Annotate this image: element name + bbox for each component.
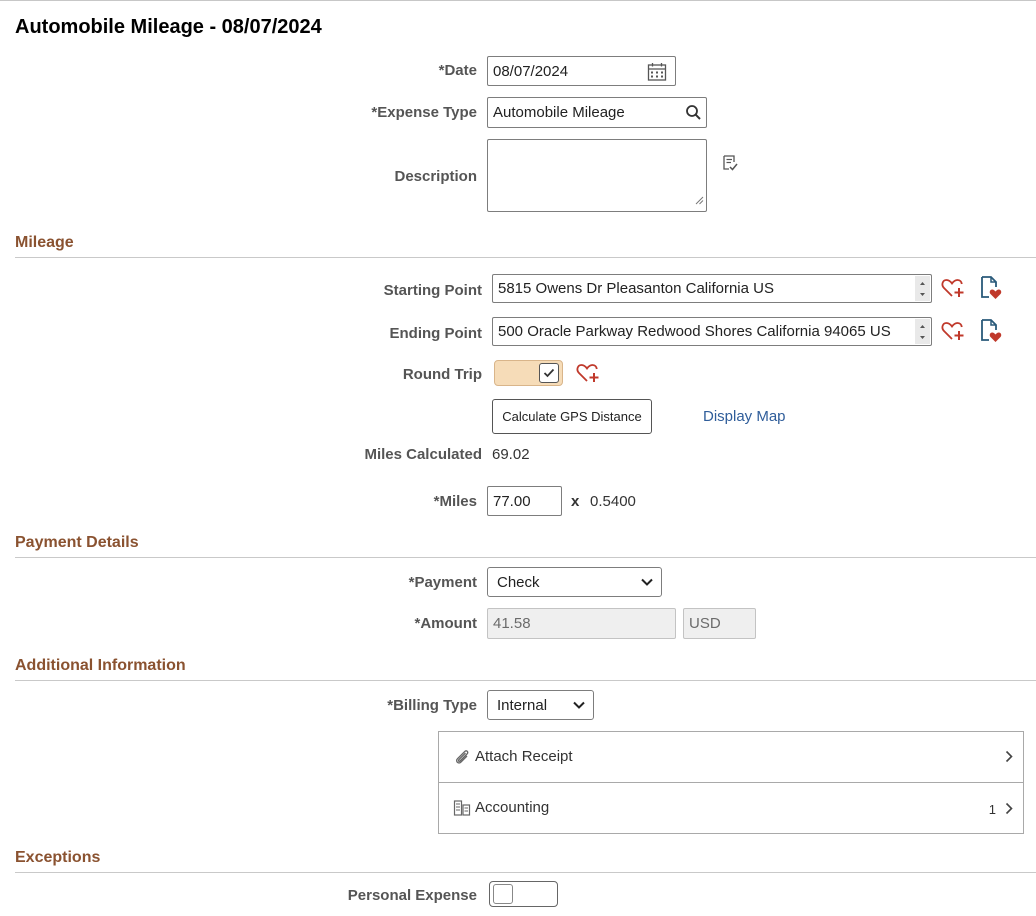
accounting-label: Accounting [475,799,549,816]
favorite-add-icon[interactable] [576,362,600,384]
attach-receipt-row[interactable]: Attach Receipt [439,732,1023,783]
favorite-document-icon[interactable] [979,275,1003,301]
description-textarea[interactable] [487,139,707,212]
date-label: *Date [300,62,477,79]
section-exceptions: Exceptions [15,849,1036,873]
favorite-document-icon[interactable] [979,318,1003,344]
attach-receipt-label: Attach Receipt [475,748,573,765]
payment-selected: Check [497,574,540,591]
billing-type-selected: Internal [497,697,547,714]
top-border [0,0,1036,1]
related-actions-panel: Attach Receipt Accounting 1 [438,731,1024,834]
miles-calculated-label: Miles Calculated [300,446,482,463]
chevron-right-icon [1005,750,1013,763]
section-additional-information: Additional Information [15,657,1036,681]
accounting-count: 1 [989,802,996,817]
amount-value: 41.58 [493,615,531,632]
starting-point-label: Starting Point [300,282,482,299]
miles-label: *Miles [300,493,477,510]
favorite-add-icon[interactable] [941,320,965,342]
chevron-down-icon [641,574,653,591]
spinner-icon[interactable] [915,276,930,301]
expense-type-label: *Expense Type [300,104,477,121]
accounting-icon [453,799,471,817]
amount-field: 41.58 [487,608,676,639]
billing-type-select[interactable]: Internal [487,690,594,720]
chevron-right-icon [1005,802,1013,815]
date-value: 08/07/2024 [493,63,568,80]
currency-field: USD [683,608,756,639]
ending-point-label: Ending Point [300,325,482,342]
resize-handle-icon[interactable] [695,192,704,209]
calendar-icon[interactable] [647,62,667,82]
section-payment-details: Payment Details [15,534,1036,558]
toggle-knob [493,884,513,904]
miles-value: 77.00 [493,493,531,510]
page-title: Automobile Mileage - 08/07/2024 [15,16,322,39]
round-trip-toggle[interactable] [494,360,563,386]
ending-point-value: 500 Oracle Parkway Redwood Shores Califo… [498,323,891,340]
multiply-sign: x [571,493,579,510]
search-icon[interactable] [685,104,702,121]
accounting-row[interactable]: Accounting 1 [439,783,1023,834]
mileage-rate: 0.5400 [590,493,636,510]
personal-expense-toggle[interactable] [489,881,558,907]
check-icon [539,363,559,383]
round-trip-label: Round Trip [300,366,482,383]
miles-calculated-value: 69.02 [492,446,530,463]
expense-type-field[interactable]: Automobile Mileage [487,97,707,128]
date-field[interactable]: 08/07/2024 [487,56,676,86]
starting-point-value: 5815 Owens Dr Pleasanton California US [498,280,774,297]
miles-field[interactable]: 77.00 [487,486,562,516]
payment-select[interactable]: Check [487,567,662,597]
chevron-down-icon [573,697,585,714]
payment-label: *Payment [300,574,477,591]
currency-value: USD [689,615,721,632]
description-label: Description [300,168,477,185]
paperclip-icon [453,748,471,766]
spinner-icon[interactable] [915,319,930,344]
display-map-link[interactable]: Display Map [703,408,786,425]
billing-type-label: *Billing Type [300,697,477,714]
ending-point-field[interactable]: 500 Oracle Parkway Redwood Shores Califo… [492,317,932,346]
personal-expense-label: Personal Expense [300,887,477,904]
spellcheck-icon[interactable] [721,154,739,172]
favorite-add-icon[interactable] [941,277,965,299]
calculate-gps-distance-button[interactable]: Calculate GPS Distance [492,399,652,434]
amount-label: *Amount [300,615,477,632]
starting-point-field[interactable]: 5815 Owens Dr Pleasanton California US [492,274,932,303]
section-mileage: Mileage [15,234,1036,258]
expense-type-value: Automobile Mileage [493,104,625,121]
